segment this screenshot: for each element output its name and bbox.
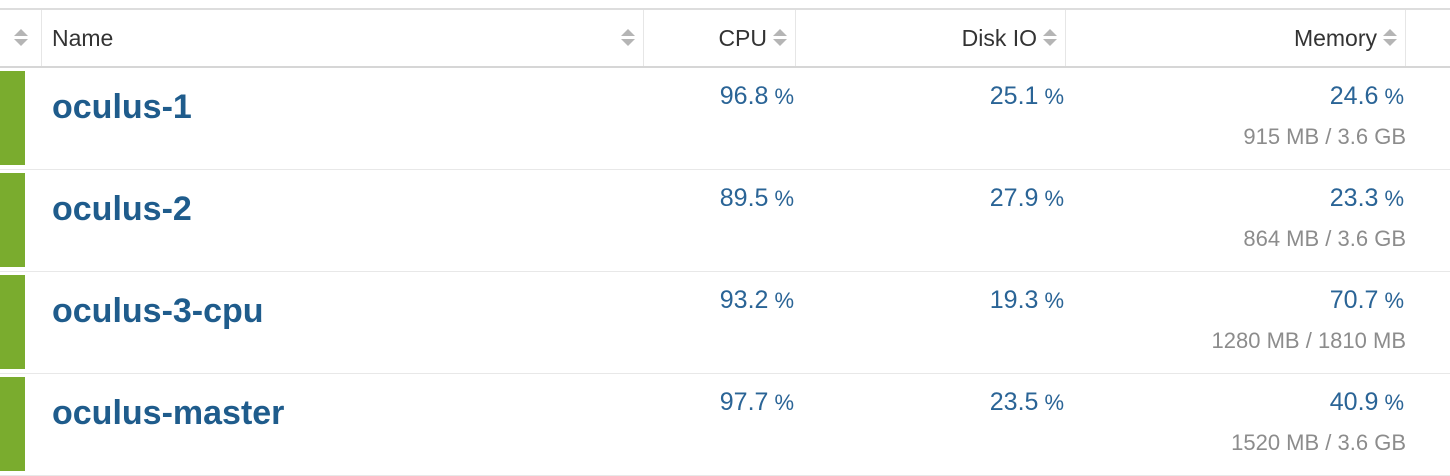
column-header-disk-io[interactable]: Disk IO [796, 10, 1066, 66]
disk-io-value: 25.1 [989, 82, 1039, 110]
status-indicator [0, 173, 25, 267]
table-row[interactable]: oculus-3-cpu 93.2% 19.3% 70.7% 1280 MB /… [0, 272, 1450, 374]
host-name-link[interactable]: oculus-1 [52, 88, 192, 127]
host-name-link[interactable]: oculus-2 [52, 190, 192, 229]
cpu-value: 89.5 [719, 184, 769, 212]
sort-arrows-icon[interactable] [773, 25, 787, 51]
percent-sign: % [774, 186, 794, 211]
memory-detail: 1520 MB / 3.6 GB [1231, 430, 1406, 455]
cpu-value: 96.8 [719, 82, 769, 110]
memory-usage: 70.7% [1330, 286, 1404, 315]
cpu-value: 93.2 [719, 286, 769, 314]
column-header-name[interactable]: Name [42, 10, 644, 66]
sort-arrows-icon[interactable] [621, 25, 635, 51]
disk-io-value: 19.3 [989, 286, 1039, 314]
cpu-usage: 89.5% [720, 184, 794, 213]
table-header: Name CPU Disk IO Memory [0, 10, 1450, 68]
memory-value: 24.6 [1329, 82, 1379, 110]
table-row[interactable]: oculus-master 97.7% 23.5% 40.9% 1520 MB … [0, 374, 1450, 476]
status-indicator [0, 71, 25, 165]
percent-sign: % [1044, 390, 1064, 415]
percent-sign: % [1384, 186, 1404, 211]
sort-arrows-icon[interactable] [13, 25, 28, 51]
memory-value: 23.3 [1329, 184, 1379, 212]
disk-io-usage: 23.5% [990, 388, 1064, 417]
percent-sign: % [1044, 186, 1064, 211]
percent-sign: % [1384, 390, 1404, 415]
column-header-cpu-label: CPU [718, 24, 767, 51]
memory-detail: 864 MB / 3.6 GB [1243, 226, 1406, 251]
percent-sign: % [1384, 84, 1404, 109]
percent-sign: % [774, 390, 794, 415]
sort-arrows-icon[interactable] [1043, 25, 1057, 51]
column-header-name-label: Name [52, 24, 114, 51]
cpu-value: 97.7 [719, 388, 769, 416]
percent-sign: % [774, 288, 794, 313]
percent-sign: % [1044, 84, 1064, 109]
table-row[interactable]: oculus-1 96.8% 25.1% 24.6% 915 MB / 3.6 … [0, 68, 1450, 170]
host-name-link[interactable]: oculus-3-cpu [52, 292, 264, 331]
percent-sign: % [1044, 288, 1064, 313]
sort-arrows-icon[interactable] [1383, 25, 1397, 51]
table-row[interactable]: oculus-2 89.5% 27.9% 23.3% 864 MB / 3.6 … [0, 170, 1450, 272]
disk-io-value: 27.9 [989, 184, 1039, 212]
status-indicator [0, 377, 25, 471]
cpu-usage: 97.7% [720, 388, 794, 417]
sort-all-column[interactable] [0, 10, 42, 66]
memory-usage: 40.9% [1330, 388, 1404, 417]
disk-io-value: 23.5 [989, 388, 1039, 416]
column-header-cpu[interactable]: CPU [644, 10, 796, 66]
cpu-usage: 96.8% [720, 82, 794, 111]
hosts-table: Name CPU Disk IO Memory oculus-1 96.8% 2… [0, 0, 1450, 476]
column-header-memory-label: Memory [1293, 24, 1377, 51]
memory-value: 40.9 [1329, 388, 1379, 416]
memory-usage: 24.6% [1330, 82, 1404, 111]
status-indicator [0, 275, 25, 369]
percent-sign: % [774, 84, 794, 109]
memory-usage: 23.3% [1330, 184, 1404, 213]
percent-sign: % [1384, 288, 1404, 313]
column-header-disk-io-label: Disk IO [961, 24, 1037, 51]
memory-value: 70.7 [1329, 286, 1379, 314]
memory-detail: 915 MB / 3.6 GB [1243, 124, 1406, 149]
disk-io-usage: 19.3% [990, 286, 1064, 315]
host-name-link[interactable]: oculus-master [52, 394, 284, 433]
cpu-usage: 93.2% [720, 286, 794, 315]
disk-io-usage: 25.1% [990, 82, 1064, 111]
disk-io-usage: 27.9% [990, 184, 1064, 213]
memory-detail: 1280 MB / 1810 MB [1211, 328, 1406, 353]
column-header-memory[interactable]: Memory [1066, 10, 1406, 66]
